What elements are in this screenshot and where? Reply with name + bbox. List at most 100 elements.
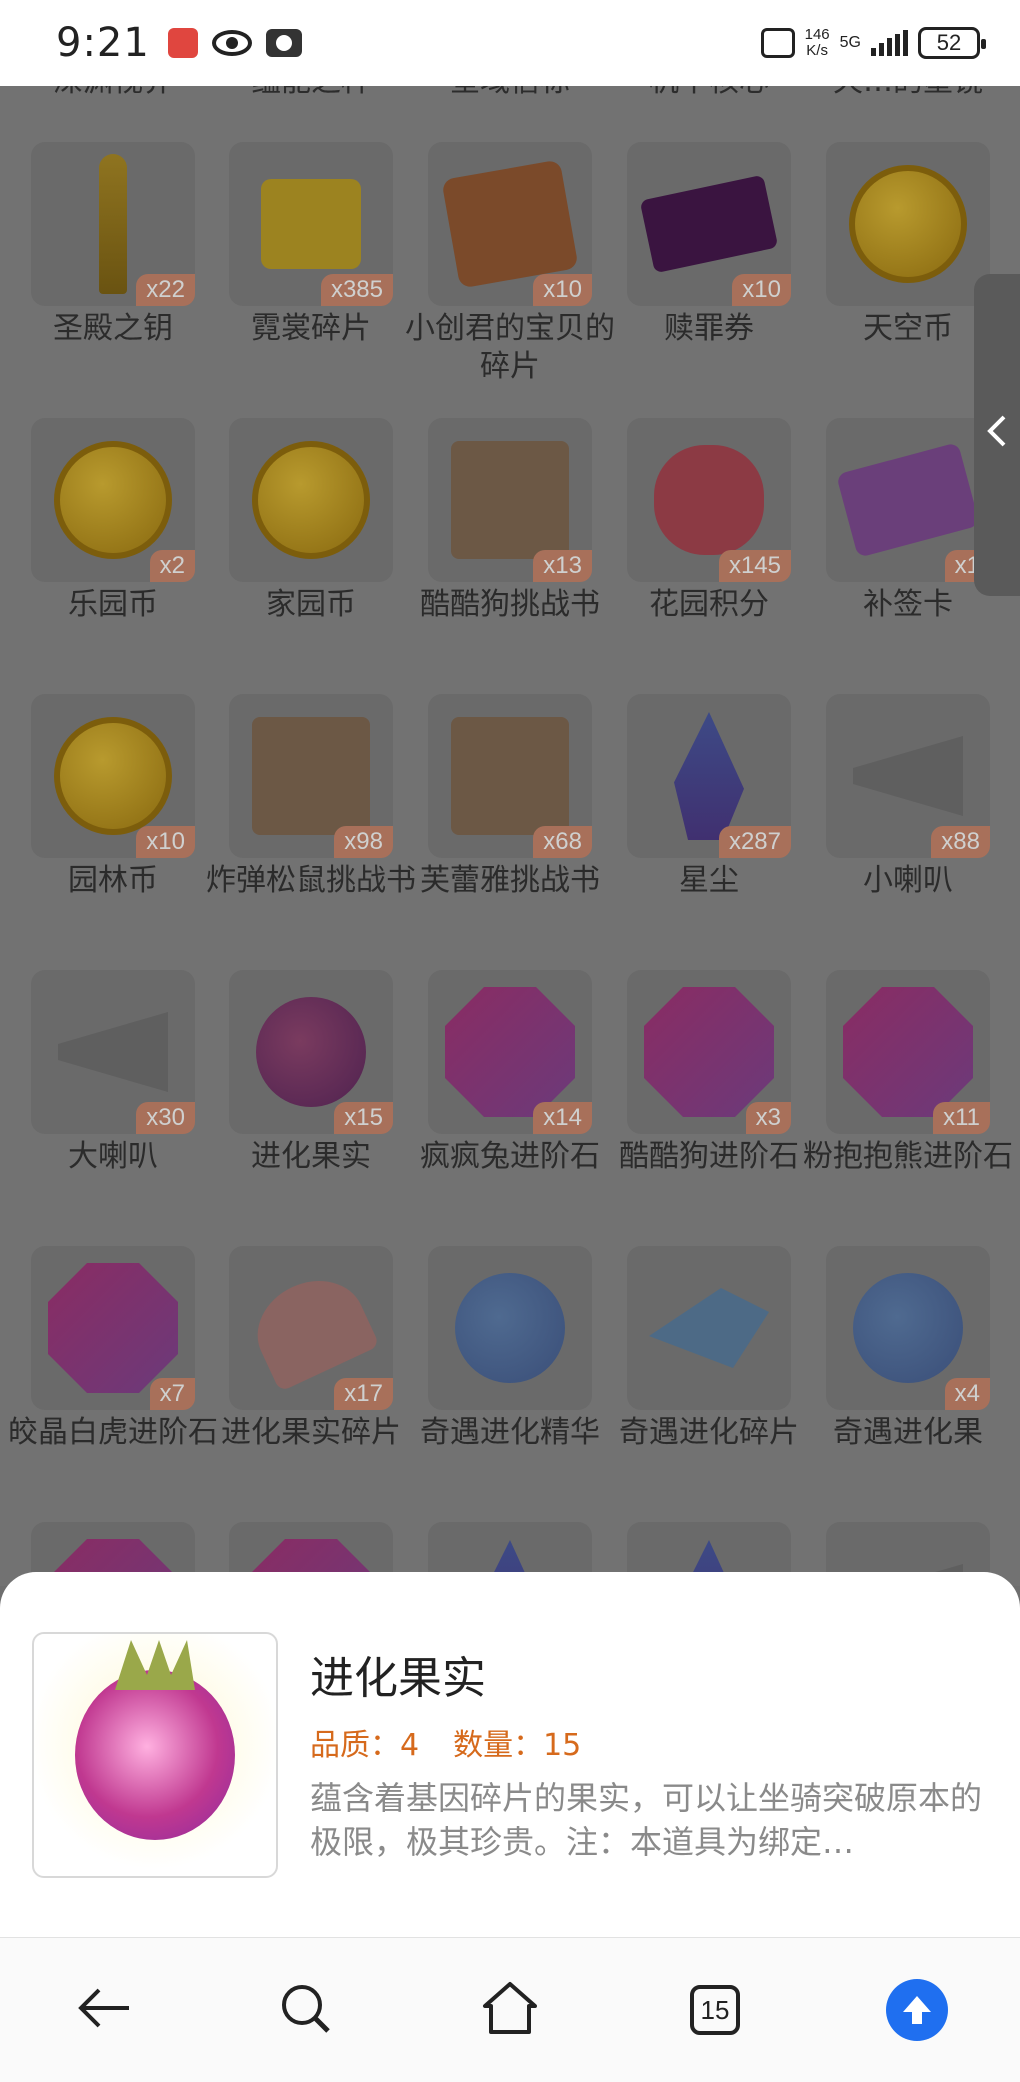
camera-icon xyxy=(265,29,302,57)
item-tile: x10 xyxy=(31,694,195,858)
item-name: 进化果实 xyxy=(251,1139,371,1174)
scroll-top-button[interactable] xyxy=(882,1978,952,2042)
search-button[interactable] xyxy=(270,1978,340,2042)
item-detail-sheet[interactable]: 进化果实 品质：4 数量：15 蕴含着基因碎片的果实，可以让坐骑突破原本的极限，极… xyxy=(0,1572,1020,1937)
item-tile: x7 xyxy=(31,1246,195,1410)
item-card[interactable]: 奇遇进化碎片 xyxy=(619,1246,799,1516)
item-name: 酷酷狗挑战书 xyxy=(420,587,600,622)
item-tile xyxy=(229,418,393,582)
item-count: x88 xyxy=(931,826,990,858)
browser-nav-bar: 15 xyxy=(0,1937,1020,2082)
item-card[interactable]: x22 圣殿之钥 xyxy=(28,142,198,412)
item-name: 粉抱抱熊进阶石 xyxy=(803,1139,1013,1174)
key-icon xyxy=(99,154,127,294)
crystal-icon xyxy=(674,712,744,840)
item-name: 奇遇进化果 xyxy=(833,1415,983,1450)
back-button[interactable] xyxy=(68,1978,138,2042)
item-card[interactable]: x145 花园积分 xyxy=(624,418,794,688)
item-card[interactable]: x10 小创君的宝贝的碎片 xyxy=(405,142,615,412)
app-root: 9:21 146 K/s 5G 52 深渊视界 蕴能之种 星域信标 机甲核心 天… xyxy=(0,0,1020,2082)
item-card[interactable]: x1 补签卡 xyxy=(823,418,993,688)
item-tile: x15 xyxy=(229,970,393,1134)
shard-icon xyxy=(649,1288,769,1368)
item-card[interactable]: x287 星尘 xyxy=(624,694,794,964)
item-card[interactable]: x88 小喇叭 xyxy=(823,694,993,964)
item-tile xyxy=(826,142,990,306)
side-panel-handle[interactable] xyxy=(974,274,1020,596)
item-tile: x287 xyxy=(627,694,791,858)
status-system-icons: 146 K/s 5G 52 xyxy=(760,27,986,59)
item-card[interactable]: x68 芙蕾雅挑战书 xyxy=(420,694,600,964)
item-card[interactable]: x11 粉抱抱熊进阶石 xyxy=(803,970,1013,1240)
item-name: 家园币 xyxy=(266,587,356,622)
item-tile: x3 xyxy=(627,970,791,1134)
item-count: x17 xyxy=(334,1378,393,1410)
gem-icon xyxy=(843,987,973,1117)
app-notification-icon xyxy=(167,28,198,58)
item-card[interactable]: x13 酷酷狗挑战书 xyxy=(420,418,600,688)
item-card[interactable]: x2 乐园币 xyxy=(28,418,198,688)
item-card[interactable]: x17 进化果实碎片 xyxy=(221,1246,401,1516)
signal-icon xyxy=(871,30,908,56)
item-card[interactable]: x10 园林币 xyxy=(28,694,198,964)
item-tile: x2 xyxy=(31,418,195,582)
net-speed-unit: K/s xyxy=(806,42,828,59)
home-button[interactable] xyxy=(475,1978,545,2042)
item-card[interactable]: 家园币 xyxy=(226,418,396,688)
item-card[interactable]: x7 皎晶白虎进阶石 xyxy=(8,1246,218,1516)
back-arrow-icon xyxy=(75,1986,131,2034)
item-count: x13 xyxy=(533,550,592,582)
tabs-button[interactable]: 15 xyxy=(680,1978,750,2042)
item-tile: x4 xyxy=(826,1246,990,1410)
item-name: 圣殿之钥 xyxy=(53,311,173,346)
coin-icon xyxy=(54,717,172,835)
item-quantity: 数量：15 xyxy=(453,1728,582,1763)
item-count: x11 xyxy=(933,1102,990,1134)
item-count: x10 xyxy=(136,826,195,858)
cut-label: 天…的墨镜 xyxy=(818,86,998,100)
item-card[interactable]: x98 炸弹松鼠挑战书 xyxy=(206,694,416,964)
item-card[interactable]: x10 赎罪券 xyxy=(624,142,794,412)
item-card[interactable]: x3 酷酷狗进阶石 xyxy=(619,970,799,1240)
item-tile: x13 xyxy=(428,418,592,582)
blueberry-icon xyxy=(853,1273,963,1383)
berry-icon xyxy=(75,1670,235,1840)
item-count: x10 xyxy=(533,274,592,306)
item-name: 大喇叭 xyxy=(68,1139,158,1174)
item-tile: x30 xyxy=(31,970,195,1134)
item-tile: x88 xyxy=(826,694,990,858)
item-card[interactable]: x30 大喇叭 xyxy=(28,970,198,1240)
coin-icon xyxy=(54,441,172,559)
search-icon xyxy=(278,1981,332,2039)
item-tile: x10 xyxy=(627,142,791,306)
battery-icon: 52 xyxy=(918,27,986,59)
item-name: 芙蕾雅挑战书 xyxy=(420,863,600,898)
item-detail-image xyxy=(32,1632,278,1878)
cut-label: 蕴能之种 xyxy=(221,86,401,100)
inventory-grid-overlay[interactable]: 深渊视界 蕴能之种 星域信标 机甲核心 天…的墨镜 x22 圣殿之钥 x385 … xyxy=(0,86,1020,1586)
item-card[interactable]: x15 进化果实 xyxy=(226,970,396,1240)
item-card[interactable]: 奇遇进化精华 xyxy=(420,1246,600,1516)
item-card[interactable]: 天空币 xyxy=(823,142,993,412)
item-count: x14 xyxy=(533,1102,592,1134)
item-name: 皎晶白虎进阶石 xyxy=(8,1415,218,1450)
item-detail-meta: 品质：4 数量：15 xyxy=(310,1720,581,1764)
item-count: x7 xyxy=(149,1378,195,1410)
eye-icon xyxy=(211,30,252,56)
item-tile: x98 xyxy=(229,694,393,858)
item-name: 赎罪券 xyxy=(664,311,754,346)
item-count: x287 xyxy=(718,826,791,858)
item-name: 炸弹松鼠挑战书 xyxy=(206,863,416,898)
cut-off-row: 深渊视界 蕴能之种 星域信标 机甲核心 天…的墨镜 xyxy=(0,86,1020,106)
ticket-icon xyxy=(639,174,779,274)
item-tile: x1 xyxy=(826,418,990,582)
item-card[interactable]: x14 疯疯兔进阶石 xyxy=(420,970,600,1240)
item-tile: x145 xyxy=(627,418,791,582)
shirt-icon xyxy=(261,179,361,269)
item-card[interactable]: x385 霓裳碎片 xyxy=(226,142,396,412)
blueberry-icon xyxy=(455,1273,565,1383)
item-name: 园林币 xyxy=(68,863,158,898)
item-card[interactable]: x4 奇遇进化果 xyxy=(823,1246,993,1516)
item-name: 星尘 xyxy=(679,863,739,898)
cut-label: 星域信标 xyxy=(420,86,600,100)
